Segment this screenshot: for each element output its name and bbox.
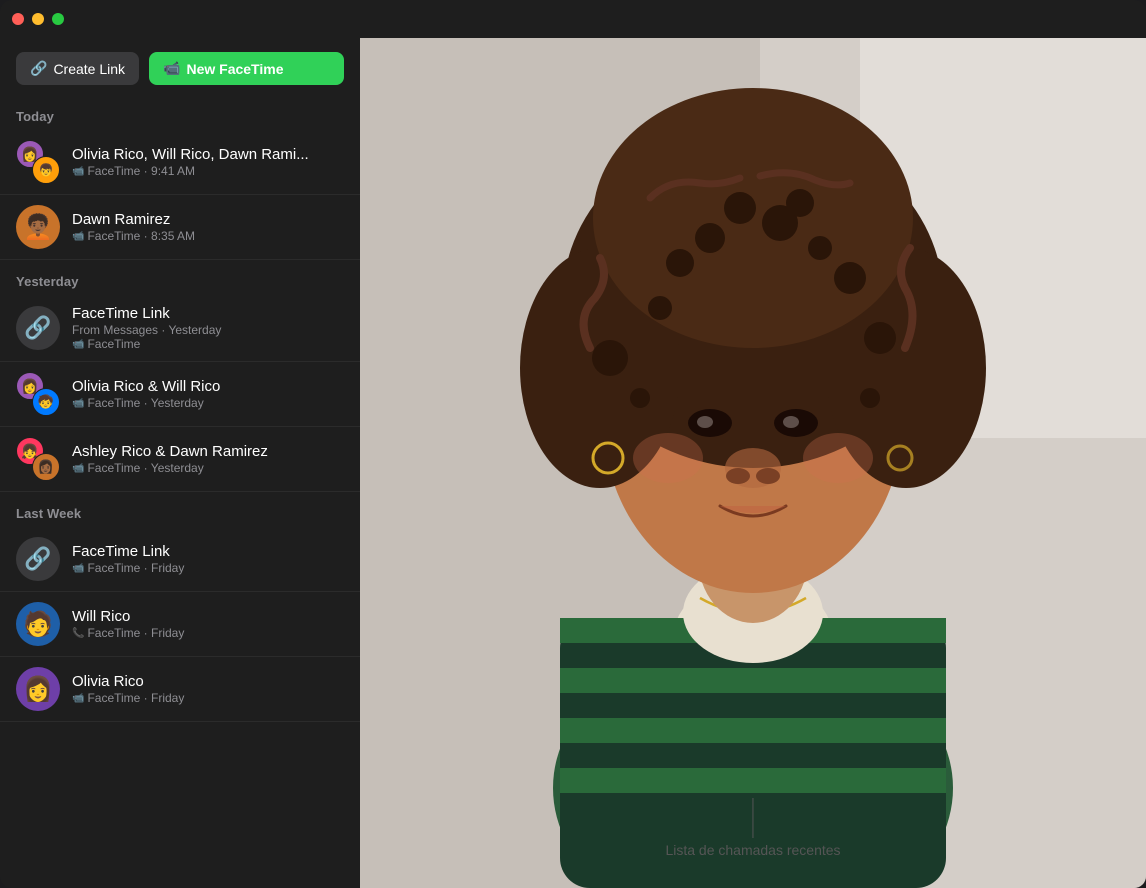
avatar-group: 👧 👩🏾 xyxy=(16,437,60,481)
avatar-container: 🔗 xyxy=(16,306,60,350)
avatar-link: 🔗 xyxy=(16,306,60,350)
item-name: FaceTime Link xyxy=(72,543,344,560)
camera-feed xyxy=(360,38,1146,888)
item-name: Olivia Rico, Will Rico, Dawn Rami... xyxy=(72,146,344,163)
camera-view: Lista de chamadas recentes xyxy=(360,38,1146,888)
section-yesterday: Yesterday xyxy=(0,260,360,295)
minimize-button[interactable] xyxy=(32,13,44,25)
avatar-container: 👩 👦 xyxy=(16,140,60,184)
item-subtitle: 📹 FaceTime · Friday xyxy=(72,561,344,575)
item-subtitle: 📹 FaceTime · 9:41 AM xyxy=(72,164,344,178)
facetime-window: 🔗 Create Link 📹 New FaceTime Today 👩 xyxy=(0,0,1146,888)
item-subtitle-1: From Messages · Yesterday xyxy=(72,323,344,337)
item-name: Olivia Rico & Will Rico xyxy=(72,378,344,395)
avatar-container: 👧 👩🏾 xyxy=(16,437,60,481)
item-info: FaceTime Link From Messages · Yesterday … xyxy=(72,305,344,351)
item-name: FaceTime Link xyxy=(72,305,344,322)
list-item[interactable]: 👩 👦 Olivia Rico, Will Rico, Dawn Rami...… xyxy=(0,130,360,195)
item-subtitle: 📹 FaceTime · Yesterday xyxy=(72,461,344,475)
link-icon: 🔗 xyxy=(30,60,47,77)
video-icon: 📹 xyxy=(72,563,84,574)
annotation: Lista de chamadas recentes xyxy=(665,798,840,858)
item-info: Olivia Rico 📹 FaceTime · Friday xyxy=(72,673,344,705)
phone-icon: 📞 xyxy=(72,628,84,639)
item-subtitle: 📹 FaceTime · Yesterday xyxy=(72,396,344,410)
item-info: Olivia Rico, Will Rico, Dawn Rami... 📹 F… xyxy=(72,146,344,178)
list-item[interactable]: 🔗 FaceTime Link From Messages · Yesterda… xyxy=(0,295,360,362)
new-facetime-label: New FaceTime xyxy=(186,61,283,77)
item-name: Will Rico xyxy=(72,608,344,625)
video-icon: 📹 xyxy=(72,693,84,704)
video-camera-icon: 📹 xyxy=(163,60,180,77)
annotation-line xyxy=(752,798,753,838)
avatar-link: 🔗 xyxy=(16,537,60,581)
sidebar: 🔗 Create Link 📹 New FaceTime Today 👩 xyxy=(0,38,360,888)
maximize-button[interactable] xyxy=(52,13,64,25)
item-info: Dawn Ramirez 📹 FaceTime · 8:35 AM xyxy=(72,211,344,243)
link-icon: 🔗 xyxy=(24,546,51,572)
avatar-secondary: 🧒 xyxy=(32,388,60,416)
item-subtitle: 📞 FaceTime · Friday xyxy=(72,626,344,640)
avatar-container: 👩 🧒 xyxy=(16,372,60,416)
create-link-label: Create Link xyxy=(53,61,125,77)
item-name: Ashley Rico & Dawn Ramirez xyxy=(72,443,344,460)
video-icon: 📹 xyxy=(72,463,84,474)
avatar: 🧑🏾‍🦱 xyxy=(16,205,60,249)
avatar-container: 👩 xyxy=(16,667,60,711)
title-bar xyxy=(0,0,1146,38)
list-item[interactable]: 👩 Olivia Rico 📹 FaceTime · Friday xyxy=(0,657,360,722)
avatar-group: 👩 👦 xyxy=(16,140,60,184)
list-item[interactable]: 🧑 Will Rico 📞 FaceTime · Friday xyxy=(0,592,360,657)
close-button[interactable] xyxy=(12,13,24,25)
link-icon: 🔗 xyxy=(24,315,51,341)
video-icon: 📹 xyxy=(72,231,84,242)
video-icon: 📹 xyxy=(72,339,84,350)
video-icon: 📹 xyxy=(72,398,84,409)
item-subtitle: 📹 FaceTime · Friday xyxy=(72,691,344,705)
avatar-group: 👩 🧒 xyxy=(16,372,60,416)
main-layout: 🔗 Create Link 📹 New FaceTime Today 👩 xyxy=(0,38,1146,888)
annotation-text: Lista de chamadas recentes xyxy=(665,842,840,858)
avatar-secondary: 👩🏾 xyxy=(32,453,60,481)
new-facetime-button[interactable]: 📹 New FaceTime xyxy=(149,52,344,85)
item-info: Olivia Rico & Will Rico 📹 FaceTime · Yes… xyxy=(72,378,344,410)
avatar-container: 🧑 xyxy=(16,602,60,646)
list-item[interactable]: 🔗 FaceTime Link 📹 FaceTime · Friday xyxy=(0,527,360,592)
avatar-container: 🧑🏾‍🦱 xyxy=(16,205,60,249)
item-info: FaceTime Link 📹 FaceTime · Friday xyxy=(72,543,344,575)
item-name: Olivia Rico xyxy=(72,673,344,690)
avatar-container: 🔗 xyxy=(16,537,60,581)
item-subtitle-2: 📹 FaceTime xyxy=(72,337,344,351)
create-link-button[interactable]: 🔗 Create Link xyxy=(16,52,139,85)
list-item[interactable]: 👩 🧒 Olivia Rico & Will Rico 📹 FaceTime ·… xyxy=(0,362,360,427)
avatar: 🧑 xyxy=(16,602,60,646)
section-today: Today xyxy=(0,95,360,130)
avatar-secondary: 👦 xyxy=(32,156,60,184)
avatar: 👩 xyxy=(16,667,60,711)
item-info: Ashley Rico & Dawn Ramirez 📹 FaceTime · … xyxy=(72,443,344,475)
list-item[interactable]: 👧 👩🏾 Ashley Rico & Dawn Ramirez 📹 FaceTi… xyxy=(0,427,360,492)
item-name: Dawn Ramirez xyxy=(72,211,344,228)
video-icon: 📹 xyxy=(72,166,84,177)
section-last-week: Last Week xyxy=(0,492,360,527)
list-item[interactable]: 🧑🏾‍🦱 Dawn Ramirez 📹 FaceTime · 8:35 AM xyxy=(0,195,360,260)
item-subtitle: 📹 FaceTime · 8:35 AM xyxy=(72,229,344,243)
item-info: Will Rico 📞 FaceTime · Friday xyxy=(72,608,344,640)
buttons-area: 🔗 Create Link 📹 New FaceTime xyxy=(0,38,360,95)
